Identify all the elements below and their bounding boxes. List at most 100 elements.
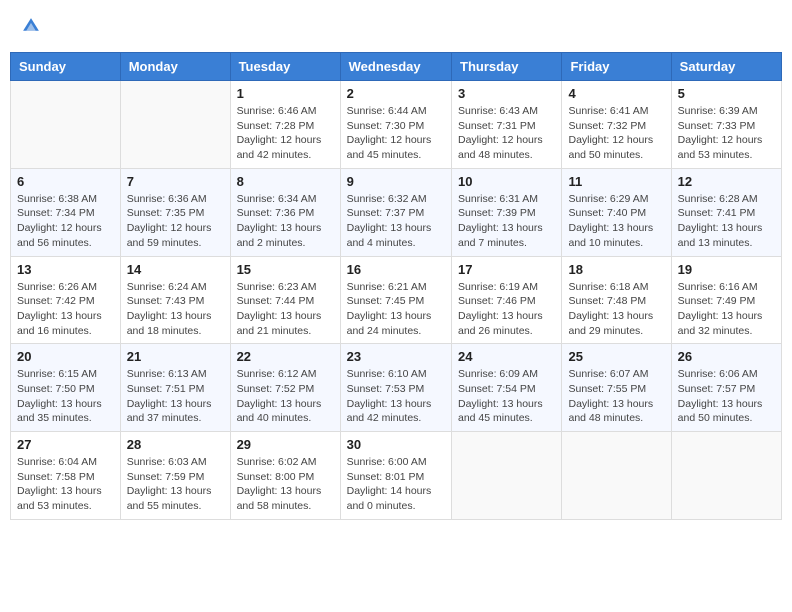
- calendar-cell: [562, 432, 671, 520]
- day-info: Sunrise: 6:29 AMSunset: 7:40 PMDaylight:…: [568, 192, 664, 251]
- calendar-cell: 1Sunrise: 6:46 AMSunset: 7:28 PMDaylight…: [230, 81, 340, 169]
- day-number: 17: [458, 262, 555, 277]
- day-info: Sunrise: 6:24 AMSunset: 7:43 PMDaylight:…: [127, 280, 224, 339]
- calendar-cell: 3Sunrise: 6:43 AMSunset: 7:31 PMDaylight…: [452, 81, 562, 169]
- day-number: 8: [237, 174, 334, 189]
- day-number: 5: [678, 86, 775, 101]
- day-number: 21: [127, 349, 224, 364]
- day-number: 9: [347, 174, 445, 189]
- day-info: Sunrise: 6:38 AMSunset: 7:34 PMDaylight:…: [17, 192, 114, 251]
- calendar-cell: 11 Sunrise: 6:29 AMSunset: 7:40 PMDayligh…: [562, 168, 671, 256]
- day-info: Sunrise: 6:06 AMSunset: 7:57 PMDaylight:…: [678, 367, 775, 426]
- page-header: [10, 10, 782, 42]
- calendar-cell: 16 Sunrise: 6:21 AMSunset: 7:45 PMDayligh…: [340, 256, 451, 344]
- day-info: Sunrise: 6:15 AMSunset: 7:50 PMDaylight:…: [17, 367, 114, 426]
- day-info: Sunrise: 6:19 AMSunset: 7:46 PMDaylight:…: [458, 280, 555, 339]
- day-number: 19: [678, 262, 775, 277]
- day-number: 25: [568, 349, 664, 364]
- calendar-cell: 18 Sunrise: 6:18 AMSunset: 7:48 PMDayligh…: [562, 256, 671, 344]
- day-info: Sunrise: 6:02 AMSunset: 8:00 PMDaylight:…: [237, 455, 334, 514]
- calendar-header-row: SundayMondayTuesdayWednesdayThursdayFrid…: [11, 53, 782, 81]
- calendar-cell: 22 Sunrise: 6:12 AMSunset: 7:52 PMDayligh…: [230, 344, 340, 432]
- calendar-cell: 30 Sunrise: 6:00 AMSunset: 8:01 PMDayligh…: [340, 432, 451, 520]
- calendar-cell: 14Sunrise: 6:24 AMSunset: 7:43 PMDayligh…: [120, 256, 230, 344]
- col-header-saturday: Saturday: [671, 53, 781, 81]
- calendar-cell: 25 Sunrise: 6:07 AMSunset: 7:55 PMDayligh…: [562, 344, 671, 432]
- day-info: Sunrise: 6:16 AMSunset: 7:49 PMDaylight:…: [678, 280, 775, 339]
- day-number: 13: [17, 262, 114, 277]
- col-header-thursday: Thursday: [452, 53, 562, 81]
- calendar-cell: 8Sunrise: 6:34 AMSunset: 7:36 PMDaylight…: [230, 168, 340, 256]
- calendar-cell: 15Sunrise: 6:23 AMSunset: 7:44 PMDayligh…: [230, 256, 340, 344]
- day-number: 12: [678, 174, 775, 189]
- col-header-friday: Friday: [562, 53, 671, 81]
- calendar-cell: 4 Sunrise: 6:41 AMSunset: 7:32 PMDaylight…: [562, 81, 671, 169]
- day-info: Sunrise: 6:09 AMSunset: 7:54 PMDaylight:…: [458, 367, 555, 426]
- day-info: Sunrise: 6:04 AMSunset: 7:58 PMDaylight:…: [17, 455, 114, 514]
- calendar-cell: 13 Sunrise: 6:26 AMSunset: 7:42 PMDayligh…: [11, 256, 121, 344]
- calendar-cell: 21 Sunrise: 6:13 AMSunset: 7:51 PMDayligh…: [120, 344, 230, 432]
- day-number: 23: [347, 349, 445, 364]
- col-header-monday: Monday: [120, 53, 230, 81]
- day-number: 2: [347, 86, 445, 101]
- day-info: Sunrise: 6:03 AMSunset: 7:59 PMDaylight:…: [127, 455, 224, 514]
- day-number: 16: [347, 262, 445, 277]
- day-number: 15: [237, 262, 334, 277]
- calendar-cell: 5 Sunrise: 6:39 AMSunset: 7:33 PMDaylight…: [671, 81, 781, 169]
- calendar-cell: 29 Sunrise: 6:02 AMSunset: 8:00 PMDayligh…: [230, 432, 340, 520]
- calendar-week-row: 6 Sunrise: 6:38 AMSunset: 7:34 PMDaylight…: [11, 168, 782, 256]
- calendar-cell: 2 Sunrise: 6:44 AMSunset: 7:30 PMDaylight…: [340, 81, 451, 169]
- day-info: Sunrise: 6:07 AMSunset: 7:55 PMDaylight:…: [568, 367, 664, 426]
- calendar-cell: 12 Sunrise: 6:28 AMSunset: 7:41 PMDayligh…: [671, 168, 781, 256]
- calendar-cell: [120, 81, 230, 169]
- day-number: 29: [237, 437, 334, 452]
- day-number: 7: [127, 174, 224, 189]
- day-number: 6: [17, 174, 114, 189]
- day-number: 28: [127, 437, 224, 452]
- calendar-cell: 27 Sunrise: 6:04 AMSunset: 7:58 PMDayligh…: [11, 432, 121, 520]
- day-info: Sunrise: 6:39 AMSunset: 7:33 PMDaylight:…: [678, 104, 775, 163]
- calendar-cell: 17 Sunrise: 6:19 AMSunset: 7:46 PMDayligh…: [452, 256, 562, 344]
- calendar-cell: 19 Sunrise: 6:16 AMSunset: 7:49 PMDayligh…: [671, 256, 781, 344]
- calendar-week-row: 13 Sunrise: 6:26 AMSunset: 7:42 PMDayligh…: [11, 256, 782, 344]
- day-number: 3: [458, 86, 555, 101]
- col-header-sunday: Sunday: [11, 53, 121, 81]
- calendar-cell: 6 Sunrise: 6:38 AMSunset: 7:34 PMDaylight…: [11, 168, 121, 256]
- day-info: Sunrise: 6:44 AMSunset: 7:30 PMDaylight:…: [347, 104, 445, 163]
- day-number: 27: [17, 437, 114, 452]
- day-info: Sunrise: 6:21 AMSunset: 7:45 PMDaylight:…: [347, 280, 445, 339]
- calendar-cell: 26 Sunrise: 6:06 AMSunset: 7:57 PMDayligh…: [671, 344, 781, 432]
- day-info: Sunrise: 6:26 AMSunset: 7:42 PMDaylight:…: [17, 280, 114, 339]
- day-info: Sunrise: 6:12 AMSunset: 7:52 PMDaylight:…: [237, 367, 334, 426]
- day-info: Sunrise: 6:32 AMSunset: 7:37 PMDaylight:…: [347, 192, 445, 251]
- day-number: 18: [568, 262, 664, 277]
- day-info: Sunrise: 6:28 AMSunset: 7:41 PMDaylight:…: [678, 192, 775, 251]
- day-number: 26: [678, 349, 775, 364]
- day-number: 1: [237, 86, 334, 101]
- calendar-week-row: 27 Sunrise: 6:04 AMSunset: 7:58 PMDayligh…: [11, 432, 782, 520]
- day-info: Sunrise: 6:18 AMSunset: 7:48 PMDaylight:…: [568, 280, 664, 339]
- day-number: 4: [568, 86, 664, 101]
- calendar-cell: 9 Sunrise: 6:32 AMSunset: 7:37 PMDaylight…: [340, 168, 451, 256]
- calendar-cell: [671, 432, 781, 520]
- calendar-cell: 20Sunrise: 6:15 AMSunset: 7:50 PMDayligh…: [11, 344, 121, 432]
- logo-icon: [20, 15, 42, 37]
- day-info: Sunrise: 6:00 AMSunset: 8:01 PMDaylight:…: [347, 455, 445, 514]
- calendar-cell: 10 Sunrise: 6:31 AMSunset: 7:39 PMDayligh…: [452, 168, 562, 256]
- calendar-cell: 24Sunrise: 6:09 AMSunset: 7:54 PMDayligh…: [452, 344, 562, 432]
- day-info: Sunrise: 6:10 AMSunset: 7:53 PMDaylight:…: [347, 367, 445, 426]
- calendar-cell: 23 Sunrise: 6:10 AMSunset: 7:53 PMDayligh…: [340, 344, 451, 432]
- day-info: Sunrise: 6:41 AMSunset: 7:32 PMDaylight:…: [568, 104, 664, 163]
- day-info: Sunrise: 6:36 AMSunset: 7:35 PMDaylight:…: [127, 192, 224, 251]
- day-number: 30: [347, 437, 445, 452]
- day-info: Sunrise: 6:13 AMSunset: 7:51 PMDaylight:…: [127, 367, 224, 426]
- day-number: 11: [568, 174, 664, 189]
- calendar-cell: [452, 432, 562, 520]
- day-number: 10: [458, 174, 555, 189]
- day-number: 22: [237, 349, 334, 364]
- col-header-wednesday: Wednesday: [340, 53, 451, 81]
- calendar-cell: 7 Sunrise: 6:36 AMSunset: 7:35 PMDaylight…: [120, 168, 230, 256]
- day-info: Sunrise: 6:31 AMSunset: 7:39 PMDaylight:…: [458, 192, 555, 251]
- logo: [20, 15, 46, 37]
- calendar-week-row: 1Sunrise: 6:46 AMSunset: 7:28 PMDaylight…: [11, 81, 782, 169]
